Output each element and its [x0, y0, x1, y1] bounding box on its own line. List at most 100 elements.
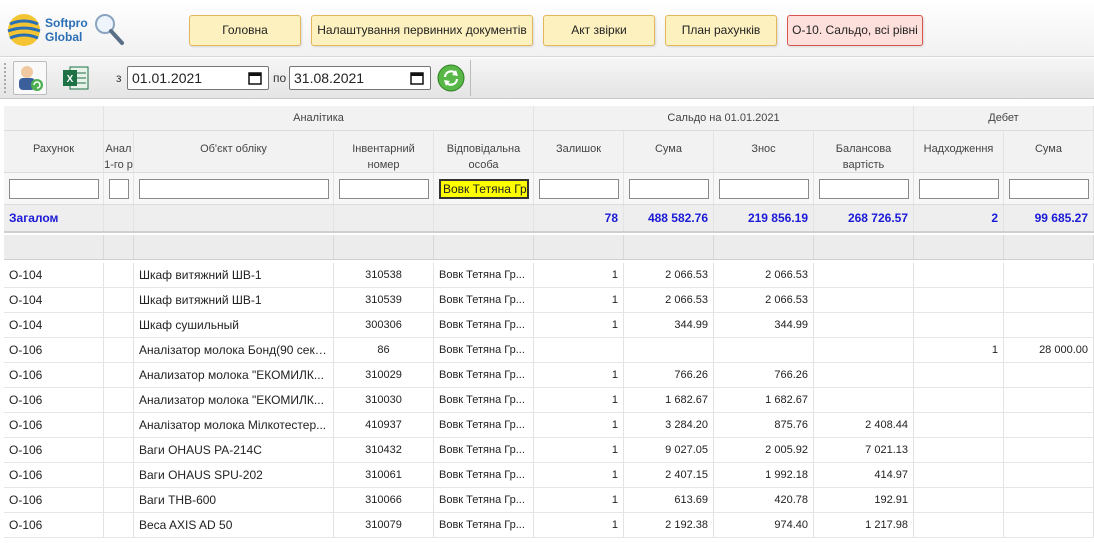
cell-qty: 1 — [534, 288, 624, 312]
nav-o10-balance-button[interactable]: О-10. Сальдо, всі рівні — [787, 15, 923, 46]
table-row[interactable]: О-106 Ваги ТНВ-600 310066 Вовк Тетяна Гр...… — [4, 488, 1094, 513]
filter-input-person[interactable]: Вовк Тетяна Гри — [439, 179, 529, 199]
logo-line1: Softpro — [45, 16, 88, 30]
filter-input-inv[interactable] — [339, 179, 429, 199]
filter-row: Вовк Тетяна Гри — [4, 173, 1094, 205]
globe-logo-icon — [7, 14, 41, 46]
column-header-acct[interactable]: Рахунок — [4, 131, 104, 172]
refresh-icon[interactable] — [437, 64, 465, 92]
filter-input-income_sum[interactable] — [1009, 179, 1089, 199]
table-row[interactable]: О-106 Ваги OHAUS SPU-202 310061 Вовк Тетяна… — [4, 463, 1094, 488]
cell-income_sum: 28 000.00 — [1004, 338, 1094, 362]
total-cell-income_sum: 99 685.27 — [1004, 205, 1094, 231]
column-header-wear[interactable]: Знос — [714, 131, 814, 172]
filter-input-income[interactable] — [919, 179, 999, 199]
table-row[interactable]: О-106 Анализатор молока "ЕКОМИЛК... 310029… — [4, 363, 1094, 388]
cell-wear: 766.26 — [714, 363, 814, 387]
cell-book: 7 021.13 — [814, 438, 914, 462]
cell-object: Шкаф витяжний ШВ-1 — [134, 288, 334, 312]
calendar-icon[interactable] — [410, 71, 424, 85]
total-cell-wear: 219 856.19 — [714, 205, 814, 231]
cell-sum — [624, 338, 714, 362]
user-refresh-button[interactable] — [13, 61, 47, 95]
cell-wear: 1 682.67 — [714, 388, 814, 412]
cell-person: Вовк Тетяна Гр... — [434, 288, 534, 312]
total-cell-object — [134, 205, 334, 231]
cell-qty: 1 — [534, 488, 624, 512]
column-header-qty[interactable]: Залишок — [534, 131, 624, 172]
cell-income_sum — [1004, 413, 1094, 437]
excel-export-icon[interactable]: X — [62, 65, 90, 91]
cell-object: Ваги OHAUS SPU-202 — [134, 463, 334, 487]
cell-wear: 875.76 — [714, 413, 814, 437]
cell-lvl1 — [104, 388, 134, 412]
column-header-income_sum[interactable]: Сума — [1004, 131, 1094, 172]
date-from-input[interactable]: 01.01.2021 — [127, 66, 269, 90]
cell-income — [914, 413, 1004, 437]
cell-sum: 766.26 — [624, 363, 714, 387]
cell-inv: 310079 — [334, 513, 434, 537]
cell-income_sum — [1004, 388, 1094, 412]
cell-book — [814, 263, 914, 287]
calendar-icon[interactable] — [248, 71, 262, 85]
column-header-sum[interactable]: Сума — [624, 131, 714, 172]
table-row[interactable]: О-104 Шкаф сушильный 300306 Вовк Тетяна Гр.… — [4, 313, 1094, 338]
cell-person: Вовк Тетяна Гр... — [434, 463, 534, 487]
toolbar-separator — [470, 60, 471, 96]
date-to-input[interactable]: 31.08.2021 — [289, 66, 431, 90]
table-row[interactable]: О-106 Анализатор молока "ЕКОМИЛК... 310030… — [4, 388, 1094, 413]
empty-cell — [714, 235, 814, 259]
cell-object: Аналізатор молока Мілкотестер... — [134, 413, 334, 437]
table-row[interactable]: О-106 Ваги OHAUS PA-214C 310432 Вовк Тетяна… — [4, 438, 1094, 463]
nav-reconciliation-button[interactable]: Акт звірки — [543, 15, 655, 46]
table-row[interactable]: О-106 Аналізатор молока Бонд(90 сек.... 86… — [4, 338, 1094, 363]
table-row[interactable]: О-104 Шкаф витяжний ШВ-1 310539 Вовк Тетяна… — [4, 288, 1094, 313]
filter-input-book[interactable] — [819, 179, 909, 199]
filter-input-object[interactable] — [139, 179, 329, 199]
table-row[interactable]: О-104 Шкаф витяжний ШВ-1 310538 Вовк Тетяна… — [4, 263, 1094, 288]
cell-person: Вовк Тетяна Гр... — [434, 388, 534, 412]
cell-object: Ваги OHAUS PA-214C — [134, 438, 334, 462]
cell-sum: 3 284.20 — [624, 413, 714, 437]
group-header-row: Аналітика Сальдо на 01.01.2021 Дебет — [4, 106, 1094, 131]
column-header-lvl1[interactable]: Анал 1-го р — [104, 131, 134, 172]
filter-input-lvl1[interactable] — [109, 179, 129, 199]
table-row[interactable]: О-106 Весa AXIS AD 50 310079 Вовк Тетяна Гр… — [4, 513, 1094, 538]
cell-acct: О-106 — [4, 338, 104, 362]
cell-income_sum — [1004, 513, 1094, 537]
cell-book — [814, 363, 914, 387]
nav-home-button[interactable]: Головна — [189, 15, 301, 46]
column-header-book[interactable]: Балансова вартість — [814, 131, 914, 172]
column-header-inv[interactable]: Інвентарний номер — [334, 131, 434, 172]
cell-income_sum — [1004, 463, 1094, 487]
magnifier-icon[interactable] — [93, 12, 125, 46]
column-header-person[interactable]: Відповідальна особа — [434, 131, 534, 172]
table-row[interactable]: О-106 Аналізатор молока Мілкотестер... 410… — [4, 413, 1094, 438]
nav-doc-settings-button[interactable]: Налаштування первинних документів — [311, 15, 533, 46]
cell-income_sum — [1004, 263, 1094, 287]
cell-qty — [534, 338, 624, 362]
date-from-label: з — [116, 71, 122, 85]
column-header-income[interactable]: Надходження — [914, 131, 1004, 172]
cell-wear — [714, 338, 814, 362]
cell-book: 1 217.98 — [814, 513, 914, 537]
filter-input-wear[interactable] — [719, 179, 809, 199]
column-header-object[interactable]: Об'єкт обліку — [134, 131, 334, 172]
empty-cell — [914, 235, 1004, 259]
cell-wear: 1 992.18 — [714, 463, 814, 487]
cell-acct: О-106 — [4, 388, 104, 412]
total-cell-income: 2 — [914, 205, 1004, 231]
filter-input-qty[interactable] — [539, 179, 619, 199]
cell-income — [914, 513, 1004, 537]
filter-input-sum[interactable] — [629, 179, 709, 199]
cell-inv: 310029 — [334, 363, 434, 387]
total-cell-qty: 78 — [534, 205, 624, 231]
nav-chart-of-accounts-button[interactable]: План рахунків — [665, 15, 777, 46]
logo-text: Softpro Global — [45, 16, 88, 44]
filter-input-acct[interactable] — [9, 179, 99, 199]
cell-inv: 310538 — [334, 263, 434, 287]
cell-sum: 1 682.67 — [624, 388, 714, 412]
cell-inv: 310061 — [334, 463, 434, 487]
cell-inv: 310539 — [334, 288, 434, 312]
cell-wear: 344.99 — [714, 313, 814, 337]
